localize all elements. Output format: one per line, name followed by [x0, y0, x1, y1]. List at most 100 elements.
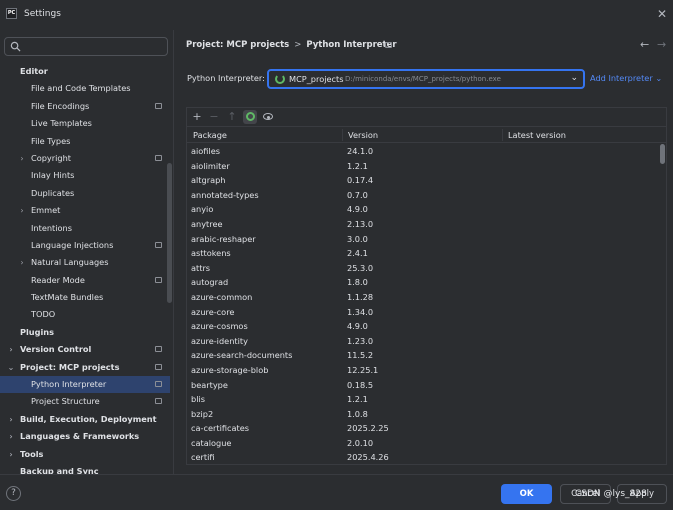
chevron-right-icon[interactable]: › [7, 411, 15, 428]
ok-button[interactable]: OK [501, 484, 552, 504]
packages-toolbar: + − ↑ [187, 108, 666, 125]
table-row[interactable]: aiolimiter 1.2.1 [187, 159, 657, 174]
interpreter-select[interactable]: MCP_projects D:/miniconda/envs/MCP_proje… [267, 69, 585, 89]
table-row[interactable]: beartype 0.18.5 [187, 378, 657, 393]
reload-packages-icon[interactable] [243, 110, 257, 124]
table-row[interactable]: anytree 2.13.0 [187, 217, 657, 232]
packages-scrollbar[interactable] [660, 144, 665, 164]
sidebar-item[interactable]: Plugins [0, 324, 170, 341]
table-row[interactable]: azure-cosmos 4.9.0 [187, 319, 657, 334]
interpreter-name: MCP_projects [289, 74, 344, 84]
package-name: catalogue [191, 437, 232, 448]
table-row[interactable]: blis 1.2.1 [187, 392, 657, 407]
sidebar-item[interactable]: Inlay Hints [0, 167, 170, 184]
forward-arrow-icon[interactable]: → [657, 38, 666, 51]
sidebar-item[interactable]: TODO [0, 306, 170, 323]
project-scope-icon [155, 346, 162, 353]
chevron-down-icon[interactable]: ⌄ [7, 359, 15, 376]
interpreter-label: Python Interpreter: [187, 73, 265, 83]
package-version: 1.1.28 [347, 291, 374, 302]
column-divider[interactable] [502, 129, 503, 141]
table-row[interactable]: bzip2 1.0.8 [187, 407, 657, 422]
table-row[interactable]: autograd 1.8.0 [187, 275, 657, 290]
add-package-icon[interactable]: + [190, 110, 204, 124]
sidebar-item[interactable]: Language Injections [0, 237, 170, 254]
sidebar-item[interactable]: ⌄ Project: MCP projects [0, 359, 170, 376]
package-version: 4.9.0 [347, 321, 368, 332]
package-version: 2.13.0 [347, 218, 374, 229]
package-version: 0.17.4 [347, 175, 374, 186]
table-row[interactable]: azure-search-documents 11.5.2 [187, 348, 657, 363]
sidebar-item[interactable]: › Natural Languages [0, 254, 170, 271]
sidebar-item[interactable]: Python Interpreter [0, 376, 170, 394]
column-header-latest-version[interactable]: Latest version [508, 130, 566, 140]
settings-sidebar: Editor File and Code Templates File Encodi… [0, 30, 174, 476]
sidebar-item-label: Live Templates [31, 118, 92, 129]
back-arrow-icon[interactable]: ← [640, 38, 649, 51]
sidebar-item[interactable]: › Emmet [0, 202, 170, 219]
sidebar-item[interactable]: › Languages & Frameworks [0, 428, 170, 445]
sidebar-item[interactable]: File and Code Templates [0, 80, 170, 97]
settings-search-input[interactable] [4, 37, 168, 56]
package-name: azure-cosmos [191, 321, 248, 332]
package-version: 1.2.1 [347, 160, 368, 171]
sidebar-item[interactable]: Reader Mode [0, 272, 170, 289]
package-name: attrs [191, 262, 211, 273]
sidebar-item[interactable]: Intentions [0, 220, 170, 237]
package-name: altgraph [191, 175, 226, 186]
title-bar: PC Settings ✕ [0, 0, 673, 30]
chevron-right-icon[interactable]: › [7, 341, 15, 358]
sidebar-item[interactable]: File Encodings [0, 98, 170, 115]
chevron-down-icon: ⌄ [655, 73, 663, 83]
breadcrumb-project[interactable]: Project: MCP projects [186, 40, 289, 50]
sidebar-item[interactable]: Duplicates [0, 185, 170, 202]
remove-package-icon[interactable]: − [207, 110, 221, 124]
sidebar-item-label: Inlay Hints [31, 170, 75, 181]
table-row[interactable]: azure-common 1.1.28 [187, 290, 657, 305]
table-row[interactable]: annotated-types 0.7.0 [187, 188, 657, 203]
chevron-right-icon[interactable]: › [7, 446, 15, 463]
packages-table-header: Package Version Latest version [187, 126, 666, 143]
chevron-right-icon[interactable]: › [18, 254, 26, 271]
sidebar-item[interactable]: Live Templates [0, 115, 170, 132]
sidebar-scrollbar[interactable] [167, 163, 172, 303]
add-interpreter-link[interactable]: Add Interpreter ⌄ [590, 73, 662, 83]
column-header-package[interactable]: Package [193, 130, 227, 140]
table-row[interactable]: azure-identity 1.23.0 [187, 334, 657, 349]
table-row[interactable]: azure-core 1.34.0 [187, 305, 657, 320]
sidebar-item[interactable]: Editor [0, 63, 170, 80]
table-row[interactable]: aiofiles 24.1.0 [187, 144, 657, 159]
chevron-right-icon[interactable]: › [18, 202, 26, 219]
table-row[interactable]: azure-storage-blob 12.25.1 [187, 363, 657, 378]
table-row[interactable]: arabic-reshaper 3.0.0 [187, 232, 657, 247]
close-icon[interactable]: ✕ [655, 7, 669, 21]
package-name: beartype [191, 379, 228, 390]
sidebar-item[interactable]: › Version Control [0, 341, 170, 358]
column-header-version[interactable]: Version [348, 130, 378, 140]
chevron-right-icon[interactable]: › [7, 428, 15, 445]
sidebar-item[interactable]: › Tools [0, 446, 170, 463]
help-button[interactable]: ? [6, 486, 21, 501]
column-divider[interactable] [342, 129, 343, 141]
table-row[interactable]: altgraph 0.17.4 [187, 173, 657, 188]
table-row[interactable]: ca-certificates 2025.2.25 [187, 421, 657, 436]
table-row[interactable]: certifi 2025.4.26 [187, 450, 657, 464]
sidebar-item[interactable]: › Build, Execution, Deployment [0, 411, 170, 428]
sidebar-item[interactable]: TextMate Bundles [0, 289, 170, 306]
show-early-releases-eye-icon[interactable] [261, 110, 275, 124]
sidebar-item-label: Languages & Frameworks [20, 431, 140, 442]
sidebar-item-label: Natural Languages [31, 257, 109, 268]
sidebar-item[interactable]: Project Structure [0, 393, 170, 410]
breadcrumb: Project: MCP projects > Python Interpreter [186, 40, 397, 50]
table-row[interactable]: attrs 25.3.0 [187, 261, 657, 276]
sidebar-item[interactable]: › Copyright [0, 150, 170, 167]
sidebar-item-label: Version Control [20, 344, 92, 355]
table-row[interactable]: anyio 4.9.0 [187, 202, 657, 217]
upgrade-package-icon[interactable]: ↑ [225, 110, 239, 124]
table-row[interactable]: asttokens 2.4.1 [187, 246, 657, 261]
sidebar-item[interactable]: File Types [0, 133, 170, 150]
table-row[interactable]: catalogue 2.0.10 [187, 436, 657, 451]
package-name: autograd [191, 277, 229, 288]
sidebar-item-label: File Encodings [31, 100, 90, 111]
chevron-right-icon[interactable]: › [18, 150, 26, 167]
